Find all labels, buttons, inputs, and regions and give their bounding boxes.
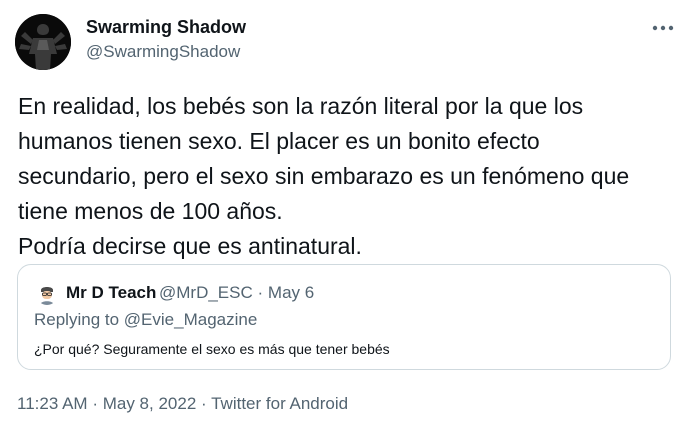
ellipsis-icon[interactable] <box>650 18 676 38</box>
tweet-footer: 11:23 AM · May 8, 2022 · Twitter for And… <box>17 394 348 414</box>
tweet-text-line: En realidad, los bebés son la razón lite… <box>18 93 584 119</box>
quoted-tweet[interactable]: Mr D Teach @MrD_ESC · May 6 Replying to … <box>17 264 671 370</box>
quote-separator: · <box>257 283 264 302</box>
tweet-text-line: Podría decirse que es antinatural. <box>18 233 362 259</box>
tweet-text-line: tiene menos de 100 años. <box>18 198 283 224</box>
tweet-text-line: secundario, pero el sexo sin embarazo es… <box>18 163 630 189</box>
footer-separator: · <box>92 394 98 413</box>
quote-text: ¿Por qué? Seguramente el sexo es más que… <box>34 341 390 357</box>
tweet-time[interactable]: 11:23 AM <box>17 394 88 413</box>
replying-prefix: Replying to <box>34 310 120 329</box>
quote-author-handle: @MrD_ESC <box>159 283 253 302</box>
tweet-source[interactable]: Twitter for Android <box>211 394 348 413</box>
quote-author-name: Mr D Teach <box>66 283 157 302</box>
footer-separator: · <box>201 394 207 413</box>
author-name[interactable]: Swarming Shadow <box>86 17 246 38</box>
tweet-text-line: humanos tienen sexo. El placer es un bon… <box>18 128 540 154</box>
replying-to: Replying to @Evie_Magazine <box>34 310 257 330</box>
author-avatar[interactable] <box>15 14 71 70</box>
replying-to-link[interactable]: @Evie_Magazine <box>124 310 258 329</box>
tweet-text: En realidad, los bebés son la razón lite… <box>18 89 686 264</box>
quote-meta: @MrD_ESC · May 6 <box>159 283 314 303</box>
tweet-date[interactable]: May 8, 2022 <box>103 394 197 413</box>
quote-date: May 6 <box>267 283 315 302</box>
author-handle[interactable]: @SwarmingShadow <box>86 42 240 62</box>
quote-avatar[interactable] <box>36 283 58 305</box>
